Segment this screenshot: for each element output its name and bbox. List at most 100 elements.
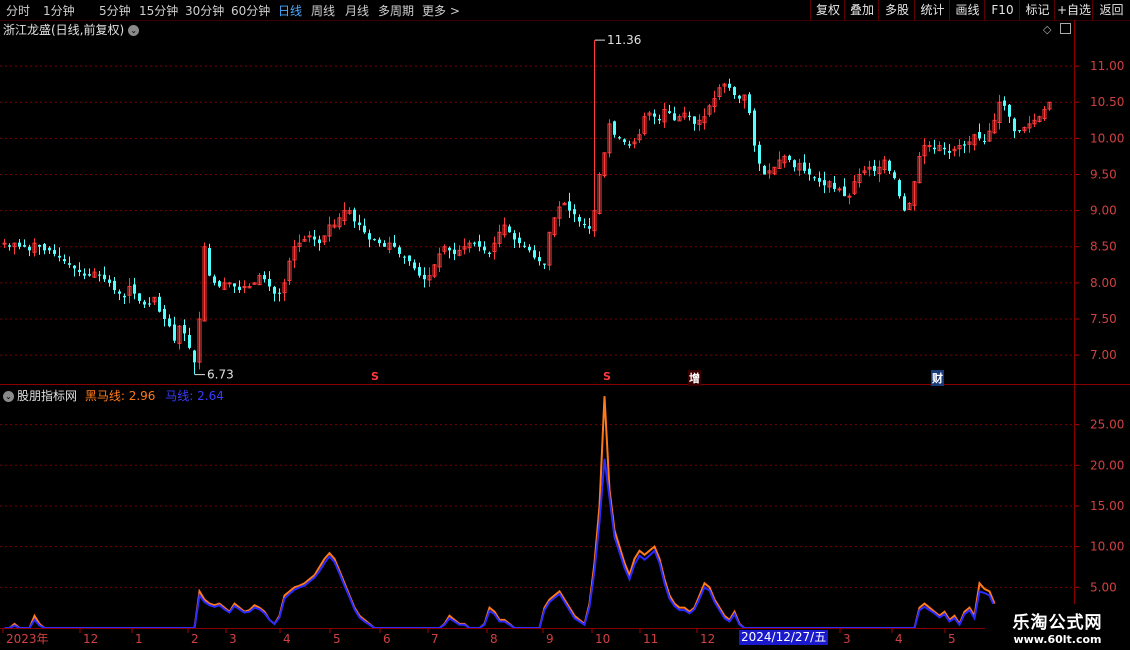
candle-body — [73, 265, 76, 269]
candle-body — [148, 303, 151, 305]
candle-body — [358, 222, 361, 226]
candle-body — [983, 140, 986, 142]
candle-body — [118, 291, 121, 294]
candle-body — [793, 160, 796, 168]
grid-lines — [0, 65, 1074, 588]
candle-body — [573, 209, 576, 215]
logo-url: www.60lt.com — [1013, 633, 1102, 646]
candle-body — [808, 168, 811, 175]
candle-body — [813, 177, 816, 179]
y-tick-label: 5.00 — [1090, 580, 1117, 594]
x-tick-label: 1 — [135, 632, 143, 646]
candle-body — [368, 233, 371, 240]
candle-body — [948, 150, 951, 153]
candle-body — [113, 280, 116, 291]
candle-body — [28, 246, 31, 251]
candle-body — [843, 186, 846, 197]
crosshair-date-label: 2024/12/27/五 — [739, 630, 829, 645]
candle-body — [43, 244, 46, 251]
candle-body — [873, 165, 876, 171]
xaxis-divider — [0, 628, 1130, 629]
candle-body — [103, 274, 106, 280]
candle-body — [218, 281, 221, 287]
candlestick-series — [2, 40, 1052, 375]
candle-body — [383, 243, 386, 247]
y-tick-label: 20.00 — [1090, 458, 1124, 472]
candle-body — [748, 94, 751, 114]
candle-body — [888, 160, 891, 171]
candle-body — [583, 223, 586, 226]
candle-body — [403, 256, 406, 258]
candle-body — [733, 87, 736, 96]
candle-body — [68, 263, 71, 265]
x-tick-label: 12 — [83, 632, 98, 646]
candle-body — [473, 242, 476, 244]
x-tick-label: 4 — [895, 632, 903, 646]
chevron-down-icon[interactable]: ⌄ — [3, 391, 14, 402]
candle-body — [8, 245, 11, 247]
candle-body — [168, 318, 171, 327]
candle-body — [738, 95, 741, 99]
x-tick-label: 6 — [383, 632, 391, 646]
indicator-series — [4, 396, 996, 629]
candle-body — [233, 283, 236, 287]
candle-body — [263, 275, 266, 280]
candle-body — [448, 247, 451, 251]
candle-body — [193, 350, 196, 363]
x-tick-label: 3 — [229, 632, 237, 646]
candle-body — [1018, 130, 1021, 132]
x-tick-label: 3 — [843, 632, 851, 646]
candle-body — [373, 239, 376, 241]
candle-body — [98, 274, 101, 276]
candle-body — [513, 233, 516, 240]
candle-body — [1013, 118, 1016, 132]
candle-body — [978, 131, 981, 139]
series2-value: 2.64 — [197, 389, 224, 403]
candle-body — [618, 137, 621, 139]
candle-body — [423, 274, 426, 280]
y-tick-label: 9.00 — [1090, 204, 1117, 218]
candle-body — [213, 276, 216, 283]
candle-body — [48, 247, 51, 251]
candle-body — [823, 180, 826, 186]
candle-body — [688, 115, 691, 117]
candle-body — [143, 301, 146, 305]
candle-body — [963, 144, 966, 146]
candle-body — [208, 248, 211, 276]
candle-body — [2, 242, 7, 245]
panel-divider[interactable] — [0, 384, 1130, 385]
candle-body — [483, 246, 486, 251]
candle-body — [163, 308, 166, 319]
candle-body — [628, 144, 631, 146]
candle-body — [58, 255, 61, 258]
candle-body — [238, 286, 241, 291]
x-tick-label: 8 — [490, 632, 498, 646]
x-tick-label: 10 — [595, 632, 610, 646]
candle-body — [188, 334, 191, 348]
candle-body — [78, 269, 81, 273]
candle-body — [313, 236, 316, 240]
candle-body — [653, 113, 656, 117]
y-tick-label: 7.00 — [1090, 348, 1117, 362]
y-tick-label: 8.00 — [1090, 276, 1117, 290]
candle-body — [763, 165, 766, 175]
candle-body — [728, 83, 731, 88]
signal-marker: 财 — [931, 370, 944, 386]
series2-label: 马线: — [165, 389, 194, 403]
chart-canvas: 11.0010.5010.009.509.008.508.007.507.00 … — [0, 33, 1124, 646]
candle-body — [933, 147, 936, 150]
candle-body — [578, 217, 581, 222]
candle-body — [488, 252, 491, 254]
y-tick-label: 11.00 — [1090, 59, 1124, 73]
x-tick-label: 2023年 — [6, 632, 49, 646]
candle-body — [543, 263, 546, 265]
candle-body — [538, 257, 541, 262]
candle-body — [758, 144, 761, 164]
candle-body — [1008, 104, 1011, 117]
candle-body — [408, 255, 411, 262]
candle-body — [138, 293, 141, 301]
candle-body — [123, 295, 126, 298]
low-label: 6.73 — [207, 368, 234, 382]
candle-body — [173, 324, 176, 341]
candle-body — [837, 188, 842, 191]
